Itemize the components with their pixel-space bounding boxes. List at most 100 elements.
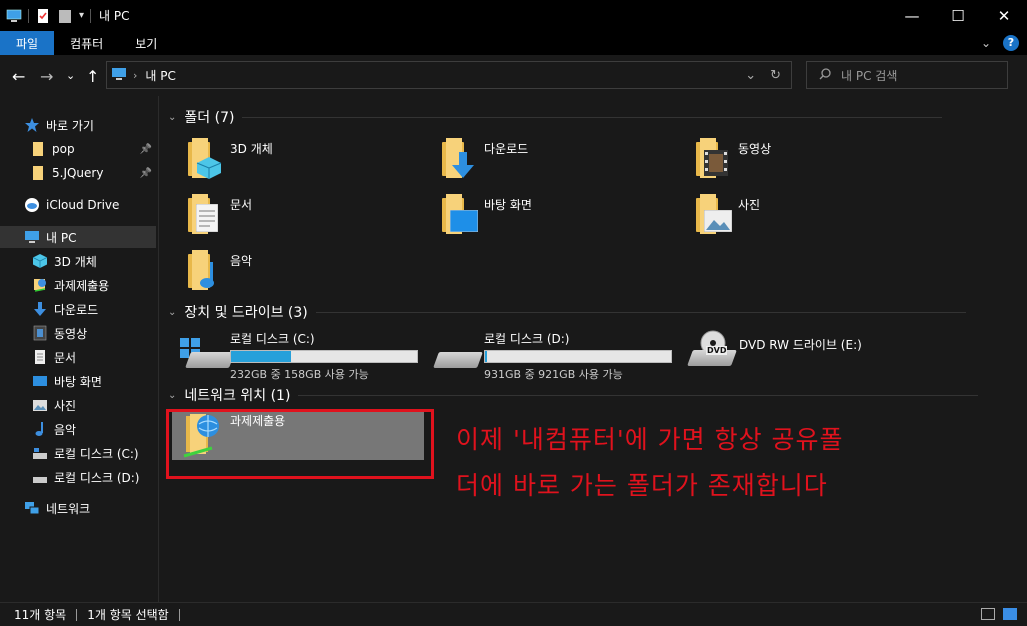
- refresh-icon[interactable]: ↻: [770, 68, 781, 83]
- up-button[interactable]: ↑: [86, 67, 99, 86]
- annotation-text-line2: 더에 바로 가는 폴더가 존재합니다: [456, 471, 828, 500]
- drive-c[interactable]: 로컬 디스크 (C:) 232GB 중 158GB 사용 가능: [230, 330, 418, 382]
- tab-view[interactable]: 보기: [119, 31, 173, 55]
- sidebar-item-label: 동영상: [54, 326, 88, 341]
- group-header-label: 폴더 (7): [184, 110, 235, 126]
- hard-drive-icon: [433, 338, 483, 368]
- sidebar-item-label: 네트워크: [46, 501, 91, 516]
- folder-desktop[interactable]: 바탕 화면: [440, 194, 532, 234]
- sidebar-item-label: 로컬 디스크 (D:): [54, 470, 140, 485]
- tab-file[interactable]: 파일: [0, 31, 55, 55]
- group-header-drives[interactable]: ⌄ 장치 및 드라이브 (3): [168, 302, 966, 322]
- sidebar-item-this-pc[interactable]: 내 PC: [0, 226, 156, 248]
- pin-icon[interactable]: 📌: [140, 144, 152, 155]
- folder-label: 사진: [738, 198, 761, 212]
- properties-icon[interactable]: [35, 8, 51, 24]
- folder-3d-objects[interactable]: 3D 개체: [186, 138, 273, 179]
- group-divider: [315, 311, 966, 313]
- sidebar-item-label: 바로 가기: [46, 118, 94, 133]
- sidebar-item-label: 3D 개체: [54, 254, 97, 269]
- annotation-text-line1: 이제 '내컴퓨터'에 가면 항상 공유폴: [456, 425, 844, 454]
- details-view-icon[interactable]: [981, 608, 995, 620]
- new-folder-icon[interactable]: [57, 8, 73, 24]
- documents-folder-icon: [186, 194, 222, 234]
- folder-pictures[interactable]: 사진: [694, 194, 760, 234]
- customize-toolbar-icon[interactable]: ▾: [79, 10, 84, 21]
- computer-icon: [24, 229, 40, 245]
- sidebar-item-quick-access[interactable]: 바로 가기: [24, 114, 180, 136]
- folder-videos[interactable]: 동영상: [694, 138, 771, 178]
- drive-size: 232GB 중 158GB 사용 가능: [230, 368, 369, 381]
- sidebar-item-network[interactable]: 네트워크: [24, 497, 180, 519]
- status-bar: 11개 항목 1개 항목 선택함: [0, 602, 1027, 626]
- collapse-arrow-icon: ⌄: [168, 389, 177, 401]
- search-input[interactable]: 내 PC 검색: [806, 61, 1008, 89]
- breadcrumb-separator[interactable]: ›: [133, 69, 137, 82]
- folder-downloads[interactable]: 다운로드: [440, 138, 528, 178]
- help-icon[interactable]: ?: [1003, 35, 1019, 51]
- ribbon-expand-icon[interactable]: ⌄: [981, 36, 991, 50]
- sidebar-item-label: 로컬 디스크 (C:): [54, 446, 139, 461]
- drive-d[interactable]: 로컬 디스크 (D:) 931GB 중 921GB 사용 가능: [484, 330, 672, 382]
- close-button[interactable]: ✕: [981, 0, 1027, 31]
- folder-music[interactable]: 음악: [186, 250, 252, 290]
- address-dropdown-icon[interactable]: ⌄: [745, 68, 756, 83]
- video-folder-icon: [694, 138, 730, 178]
- drive-label: 로컬 디스크 (C:): [230, 332, 315, 346]
- folder-icon: [30, 141, 46, 157]
- star-icon: [24, 117, 40, 133]
- sidebar-item-jquery[interactable]: 5.JQuery 📌: [30, 162, 158, 184]
- drive-size: 931GB 중 921GB 사용 가능: [484, 368, 623, 381]
- search-icon: [819, 67, 831, 83]
- content-pane: ⌄ 폴더 (7) 3D 개체 다운로드 동영상 문서 바탕 화면 사진 음악 ⌄…: [160, 96, 1027, 602]
- item-count: 11개 항목: [14, 608, 67, 622]
- collapse-arrow-icon: ⌄: [168, 306, 177, 318]
- selected-count: 1개 항목 선택함: [87, 608, 169, 622]
- folder-documents[interactable]: 문서: [186, 194, 252, 234]
- network-icon: [24, 500, 40, 516]
- pane-divider[interactable]: [158, 96, 159, 602]
- folder-label: 음악: [230, 254, 253, 268]
- group-header-label: 장치 및 드라이브 (3): [184, 305, 308, 321]
- title-bar: ▾ 내 PC — ☐ ✕: [0, 0, 1027, 31]
- group-header-network[interactable]: ⌄ 네트워크 위치 (1): [168, 385, 979, 405]
- pin-icon[interactable]: 📌: [140, 168, 152, 179]
- sidebar-item-label: iCloud Drive: [46, 198, 120, 212]
- folder-icon: [30, 165, 46, 181]
- maximize-button[interactable]: ☐: [935, 0, 981, 31]
- back-button[interactable]: ←: [12, 67, 25, 86]
- sidebar-item-label: 다운로드: [54, 302, 99, 317]
- breadcrumb-this-pc[interactable]: 내 PC: [145, 67, 175, 84]
- sidebar-item-icloud[interactable]: iCloud Drive: [24, 194, 180, 216]
- address-bar[interactable]: › 내 PC ⌄ ↻: [106, 61, 792, 89]
- document-icon: [32, 349, 48, 365]
- tab-computer[interactable]: 컴퓨터: [54, 31, 119, 55]
- folder-label: 문서: [230, 198, 253, 212]
- drive-usage-bar: [230, 350, 418, 363]
- minimize-button[interactable]: —: [889, 0, 935, 31]
- group-header-folders[interactable]: ⌄ 폴더 (7): [168, 107, 943, 127]
- sidebar-item-label: 바탕 화면: [54, 374, 102, 389]
- drive-e[interactable]: DVD RW 드라이브 (E:): [739, 336, 862, 353]
- download-folder-icon: [440, 138, 476, 178]
- network-folder-icon: [32, 277, 48, 293]
- annotation-highlight-box: [166, 409, 434, 479]
- cube-icon: [32, 253, 48, 269]
- group-divider: [298, 394, 979, 396]
- window-title: 내 PC: [99, 9, 130, 23]
- recent-locations-button[interactable]: ⌄: [66, 69, 75, 82]
- forward-button[interactable]: →: [40, 67, 53, 86]
- windows-drive-icon: [178, 338, 235, 368]
- computer-icon[interactable]: [6, 8, 22, 24]
- drive-usage-bar: [484, 350, 672, 363]
- pictures-folder-icon: [694, 194, 732, 234]
- folder-label: 동영상: [738, 142, 772, 156]
- sidebar-item-label: 내 PC: [46, 230, 77, 245]
- window-controls: — ☐ ✕: [889, 0, 1027, 31]
- large-icons-view-icon[interactable]: [1003, 608, 1017, 620]
- cube-folder-icon: [186, 138, 222, 179]
- picture-icon: [32, 397, 48, 413]
- group-header-label: 네트워크 위치 (1): [184, 388, 291, 404]
- cloud-icon: [24, 197, 40, 213]
- sidebar-item-pop[interactable]: pop 📌: [30, 138, 158, 160]
